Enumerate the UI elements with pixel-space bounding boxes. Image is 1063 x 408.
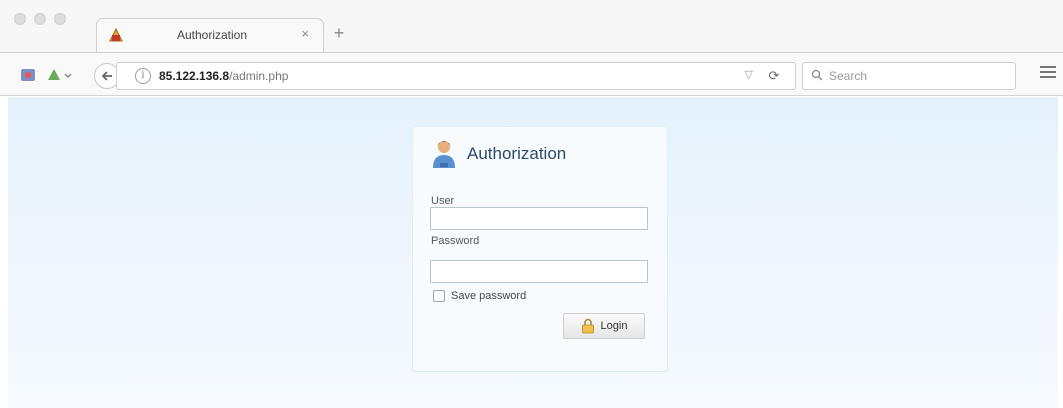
user-icon	[433, 141, 455, 168]
browser-titlebar: Authorization × +	[0, 0, 1063, 52]
save-password-checkbox[interactable]	[433, 290, 445, 302]
panel-header: Authorization	[431, 139, 566, 169]
minimize-window-button[interactable]	[34, 13, 46, 25]
new-tab-button[interactable]: +	[330, 24, 348, 42]
browser-navbar: i 85.122.136.8/admin.php ▽ ⟳ Search	[0, 52, 1063, 96]
url-bar[interactable]: i 85.122.136.8/admin.php ▽ ⟳	[116, 62, 796, 90]
page-title: Authorization	[467, 144, 567, 163]
close-window-button[interactable]	[14, 13, 26, 25]
browser-tab[interactable]: Authorization ×	[96, 18, 324, 52]
search-input[interactable]: Search	[829, 69, 867, 83]
login-button-label: Login	[600, 320, 628, 332]
site-favicon-icon	[109, 27, 123, 42]
reader-view-icon[interactable]: ⟳	[761, 66, 787, 86]
search-bar[interactable]: Search	[802, 62, 1016, 90]
url-host: 85.122.136.8	[159, 69, 230, 83]
extension-dropdown-icon[interactable]	[44, 64, 74, 86]
url-dropdown-icon[interactable]: ▽	[745, 68, 753, 81]
tab-title: Authorization	[176, 28, 248, 42]
site-info-icon[interactable]: i	[135, 68, 151, 84]
save-password-label[interactable]: Save password	[451, 290, 526, 302]
user-input[interactable]	[430, 207, 648, 230]
login-button[interactable]: Login	[563, 313, 645, 339]
close-tab-icon[interactable]: ×	[301, 26, 309, 41]
login-panel: Authorization User Password Save passwor…	[412, 126, 668, 372]
search-icon	[811, 69, 823, 81]
url-text[interactable]: 85.122.136.8/admin.php	[159, 69, 288, 83]
maximize-window-button[interactable]	[54, 13, 66, 25]
password-input[interactable]	[430, 260, 648, 283]
hamburger-menu-icon[interactable]	[1040, 66, 1056, 84]
password-label: Password	[431, 235, 480, 247]
extension-icon[interactable]	[18, 64, 38, 86]
lock-icon	[581, 318, 594, 334]
page-content: Authorization User Password Save passwor…	[8, 97, 1058, 408]
user-label: User	[431, 195, 455, 207]
save-password-row[interactable]: Save password	[433, 290, 526, 302]
url-path: /admin.php	[229, 69, 289, 83]
